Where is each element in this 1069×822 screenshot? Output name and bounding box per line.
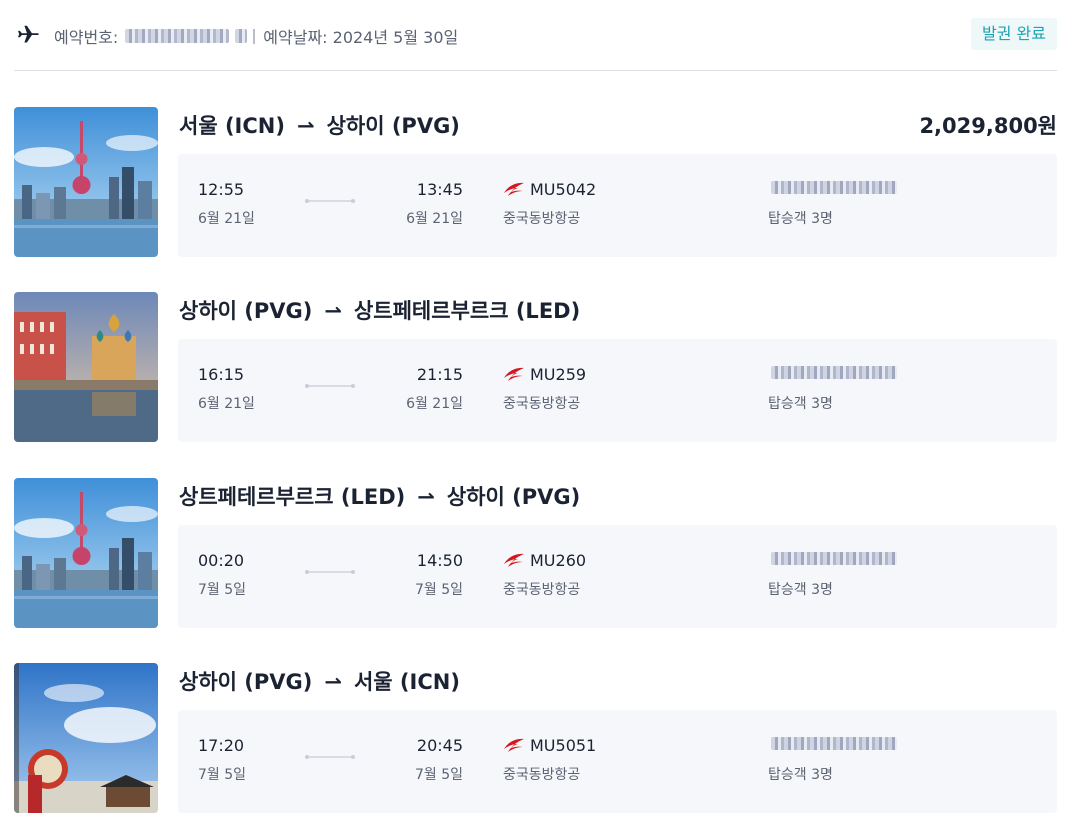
arrival-date: 7월 5일 (414, 767, 463, 783)
destination-image-shanghai (14, 478, 158, 628)
china-eastern-logo-icon (504, 738, 524, 752)
route-origin: 서울 (ICN) (179, 114, 285, 138)
right-arrow-icon: ⇀ (296, 114, 315, 138)
passenger-names-masked (771, 737, 897, 750)
departure-time: 12:55 (198, 180, 245, 199)
route-title: 상하이 (PVG) ⇀ 상트페테르부르크 (LED) (179, 295, 580, 325)
destination-image-saint-petersburg (14, 292, 158, 442)
flight-card: 00:20 7월 5일 14:50 7월 5일 MU260 중국동방항공 탑승객… (178, 525, 1057, 628)
booking-number-masked-tail (235, 29, 248, 43)
airline-name: 중국동방항공 (503, 396, 581, 412)
arrival-date: 6월 21일 (406, 211, 463, 227)
booking-number-masked (125, 29, 230, 43)
route-destination: 상트페테르부르크 (LED) (353, 299, 581, 323)
destination-image-shanghai (14, 107, 158, 257)
right-arrow-icon: ⇀ (324, 299, 342, 323)
flight-number: MU5051 (530, 736, 597, 755)
passenger-count: 탑승객 3명 (768, 211, 833, 227)
right-arrow-icon: ⇀ (324, 670, 342, 694)
route-title: 상트페테르부르크 (LED) ⇀ 상하이 (PVG) (179, 481, 580, 511)
airline-name: 중국동방항공 (503, 211, 581, 227)
passenger-names-masked (771, 552, 897, 565)
departure-date: 6월 21일 (198, 396, 255, 412)
flight-number: MU259 (530, 365, 587, 384)
route-title: 상하이 (PVG) ⇀ 서울 (ICN) (179, 666, 460, 696)
flight-number: MU260 (530, 551, 587, 570)
flight-timeline (305, 199, 355, 203)
flight-number: MU5042 (530, 180, 597, 199)
departure-date: 6월 21일 (198, 211, 255, 227)
arrival-date: 7월 5일 (414, 582, 463, 598)
route-origin: 상하이 (PVG) (179, 670, 313, 694)
destination-image-seoul (14, 663, 158, 813)
arrival-time: 21:15 (416, 365, 463, 384)
route-destination: 서울 (ICN) (353, 670, 460, 694)
airline-name: 중국동방항공 (503, 582, 581, 598)
flight-timeline (305, 755, 355, 759)
departure-time: 17:20 (198, 736, 245, 755)
route-origin: 상하이 (PVG) (179, 299, 313, 323)
departure-time: 00:20 (198, 551, 245, 570)
route-destination: 상하이 (PVG) (326, 114, 460, 138)
departure-date: 7월 5일 (198, 767, 247, 783)
flight-segment[interactable]: 상하이 (PVG) ⇀ 서울 (ICN) 17:20 7월 5일 20:45 7월 … (14, 663, 1057, 813)
passenger-names-masked (771, 181, 897, 194)
booking-number-label: 예약번호: (54, 28, 119, 47)
arrival-time: 14:50 (416, 551, 463, 570)
flight-timeline (305, 384, 355, 388)
arrival-time: 20:45 (416, 736, 463, 755)
right-arrow-icon: ⇀ (417, 485, 435, 509)
flight-segment[interactable]: 서울 (ICN) ⇀ 상하이 (PVG) 2,029,800원 12:55 6월 2… (14, 107, 1057, 257)
flight-timeline (305, 570, 355, 574)
passenger-count: 탑승객 3명 (768, 396, 833, 412)
flight-card: 17:20 7월 5일 20:45 7월 5일 MU5051 중국동방항공 탑승… (178, 710, 1057, 813)
airline-name: 중국동방항공 (503, 767, 581, 783)
flight-card: 16:15 6월 21일 21:15 6월 21일 MU259 중국동방항공 탑… (178, 339, 1057, 442)
header-separator (253, 28, 256, 44)
arrival-date: 6월 21일 (406, 396, 463, 412)
flight-segment[interactable]: 상하이 (PVG) ⇀ 상트페테르부르크 (LED) 16:15 6월 21일 21… (14, 292, 1057, 442)
arrival-time: 13:45 (416, 180, 463, 199)
route-origin: 상트페테르부르크 (LED) (179, 485, 406, 509)
departure-time: 16:15 (198, 365, 245, 384)
booking-header: 예약번호: 예약날짜: 2024년 5월 30일 발권 완료 (14, 14, 1057, 54)
header-divider (14, 70, 1057, 71)
flight-segment[interactable]: 상트페테르부르크 (LED) ⇀ 상하이 (PVG) 00:20 7월 5일 14:… (14, 478, 1057, 628)
passenger-count: 탑승객 3명 (768, 582, 833, 598)
booking-date: 예약날짜: 2024년 5월 30일 (263, 28, 459, 47)
china-eastern-logo-icon (504, 553, 524, 567)
airplane-icon (18, 25, 39, 43)
total-price: 2,029,800원 (919, 114, 1057, 138)
passenger-names-masked (771, 366, 897, 379)
departure-date: 7월 5일 (198, 582, 247, 598)
booking-info: 예약번호: 예약날짜: 2024년 5월 30일 (54, 24, 458, 48)
flight-card: 12:55 6월 21일 13:45 6월 21일 MU5042 중국동방항공 … (178, 154, 1057, 257)
china-eastern-logo-icon (504, 182, 524, 196)
passenger-count: 탑승객 3명 (768, 767, 833, 783)
route-title: 서울 (ICN) ⇀ 상하이 (PVG) (179, 110, 460, 140)
route-destination: 상하이 (PVG) (446, 485, 581, 509)
status-badge: 발권 완료 (971, 18, 1057, 50)
china-eastern-logo-icon (504, 367, 524, 381)
